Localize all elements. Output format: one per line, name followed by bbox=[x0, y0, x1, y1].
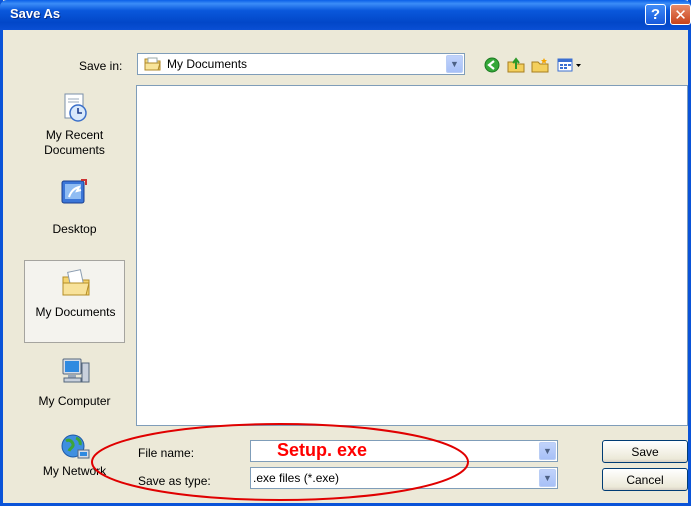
place-desktop[interactable]: Desktop bbox=[24, 170, 125, 252]
close-icon: ✕ bbox=[674, 6, 687, 24]
place-label: Desktop bbox=[52, 222, 97, 236]
save-in-value: My Documents bbox=[167, 57, 248, 71]
file-name-label: File name: bbox=[138, 446, 195, 460]
my-computer-icon bbox=[62, 358, 90, 383]
help-icon: ? bbox=[650, 6, 661, 23]
place-my-documents[interactable]: My Documents bbox=[24, 260, 125, 343]
file-name-value: Setup. exe bbox=[277, 440, 368, 460]
back-icon[interactable] bbox=[482, 56, 502, 74]
chevron-down-icon[interactable]: ▼ bbox=[446, 55, 463, 73]
place-my-network[interactable]: My Network bbox=[24, 430, 125, 483]
place-my-recent-documents[interactable]: My Recent Documents bbox=[24, 85, 125, 167]
save-button-label: Save bbox=[631, 444, 659, 459]
place-label: My Documents bbox=[35, 305, 116, 319]
cancel-button-label: Cancel bbox=[626, 472, 664, 487]
save-as-type-label: Save as type: bbox=[138, 474, 211, 488]
save-button[interactable]: Save bbox=[602, 440, 688, 463]
desktop-icon bbox=[61, 179, 87, 204]
new-folder-icon[interactable] bbox=[530, 56, 550, 74]
help-button[interactable]: ? bbox=[645, 4, 666, 25]
views-menu-icon[interactable] bbox=[556, 56, 584, 74]
place-label: My Computer bbox=[38, 394, 111, 408]
save-as-type-value: .exe files (*.exe) bbox=[253, 471, 340, 485]
my-network-icon bbox=[61, 434, 90, 459]
save-in-label: Save in: bbox=[79, 59, 123, 73]
cancel-button[interactable]: Cancel bbox=[602, 468, 688, 491]
close-button[interactable]: ✕ bbox=[670, 4, 691, 25]
save-in-dropdown[interactable]: My Documents ▼ bbox=[137, 53, 465, 75]
my-documents-icon bbox=[62, 269, 90, 296]
window-title: Save As bbox=[10, 6, 61, 21]
places-bar: My Recent Documents Desktop My Documents… bbox=[22, 85, 127, 483]
open-folder-icon bbox=[144, 57, 161, 71]
place-label: My Recent Documents bbox=[44, 128, 105, 157]
file-name-field[interactable]: Setup. exe ▼ bbox=[250, 440, 558, 462]
place-my-computer[interactable]: My Computer bbox=[24, 349, 125, 431]
title-bar[interactable]: Save As ? ✕ bbox=[0, 0, 691, 30]
file-list[interactable] bbox=[136, 85, 688, 426]
recent-documents-icon bbox=[64, 93, 87, 122]
chevron-down-icon[interactable]: ▼ bbox=[539, 442, 556, 460]
chevron-down-icon[interactable]: ▼ bbox=[539, 469, 556, 487]
save-as-type-dropdown[interactable]: .exe files (*.exe) ▼ bbox=[250, 467, 558, 489]
up-folder-icon[interactable] bbox=[506, 56, 526, 74]
place-label: My Network bbox=[42, 464, 107, 478]
